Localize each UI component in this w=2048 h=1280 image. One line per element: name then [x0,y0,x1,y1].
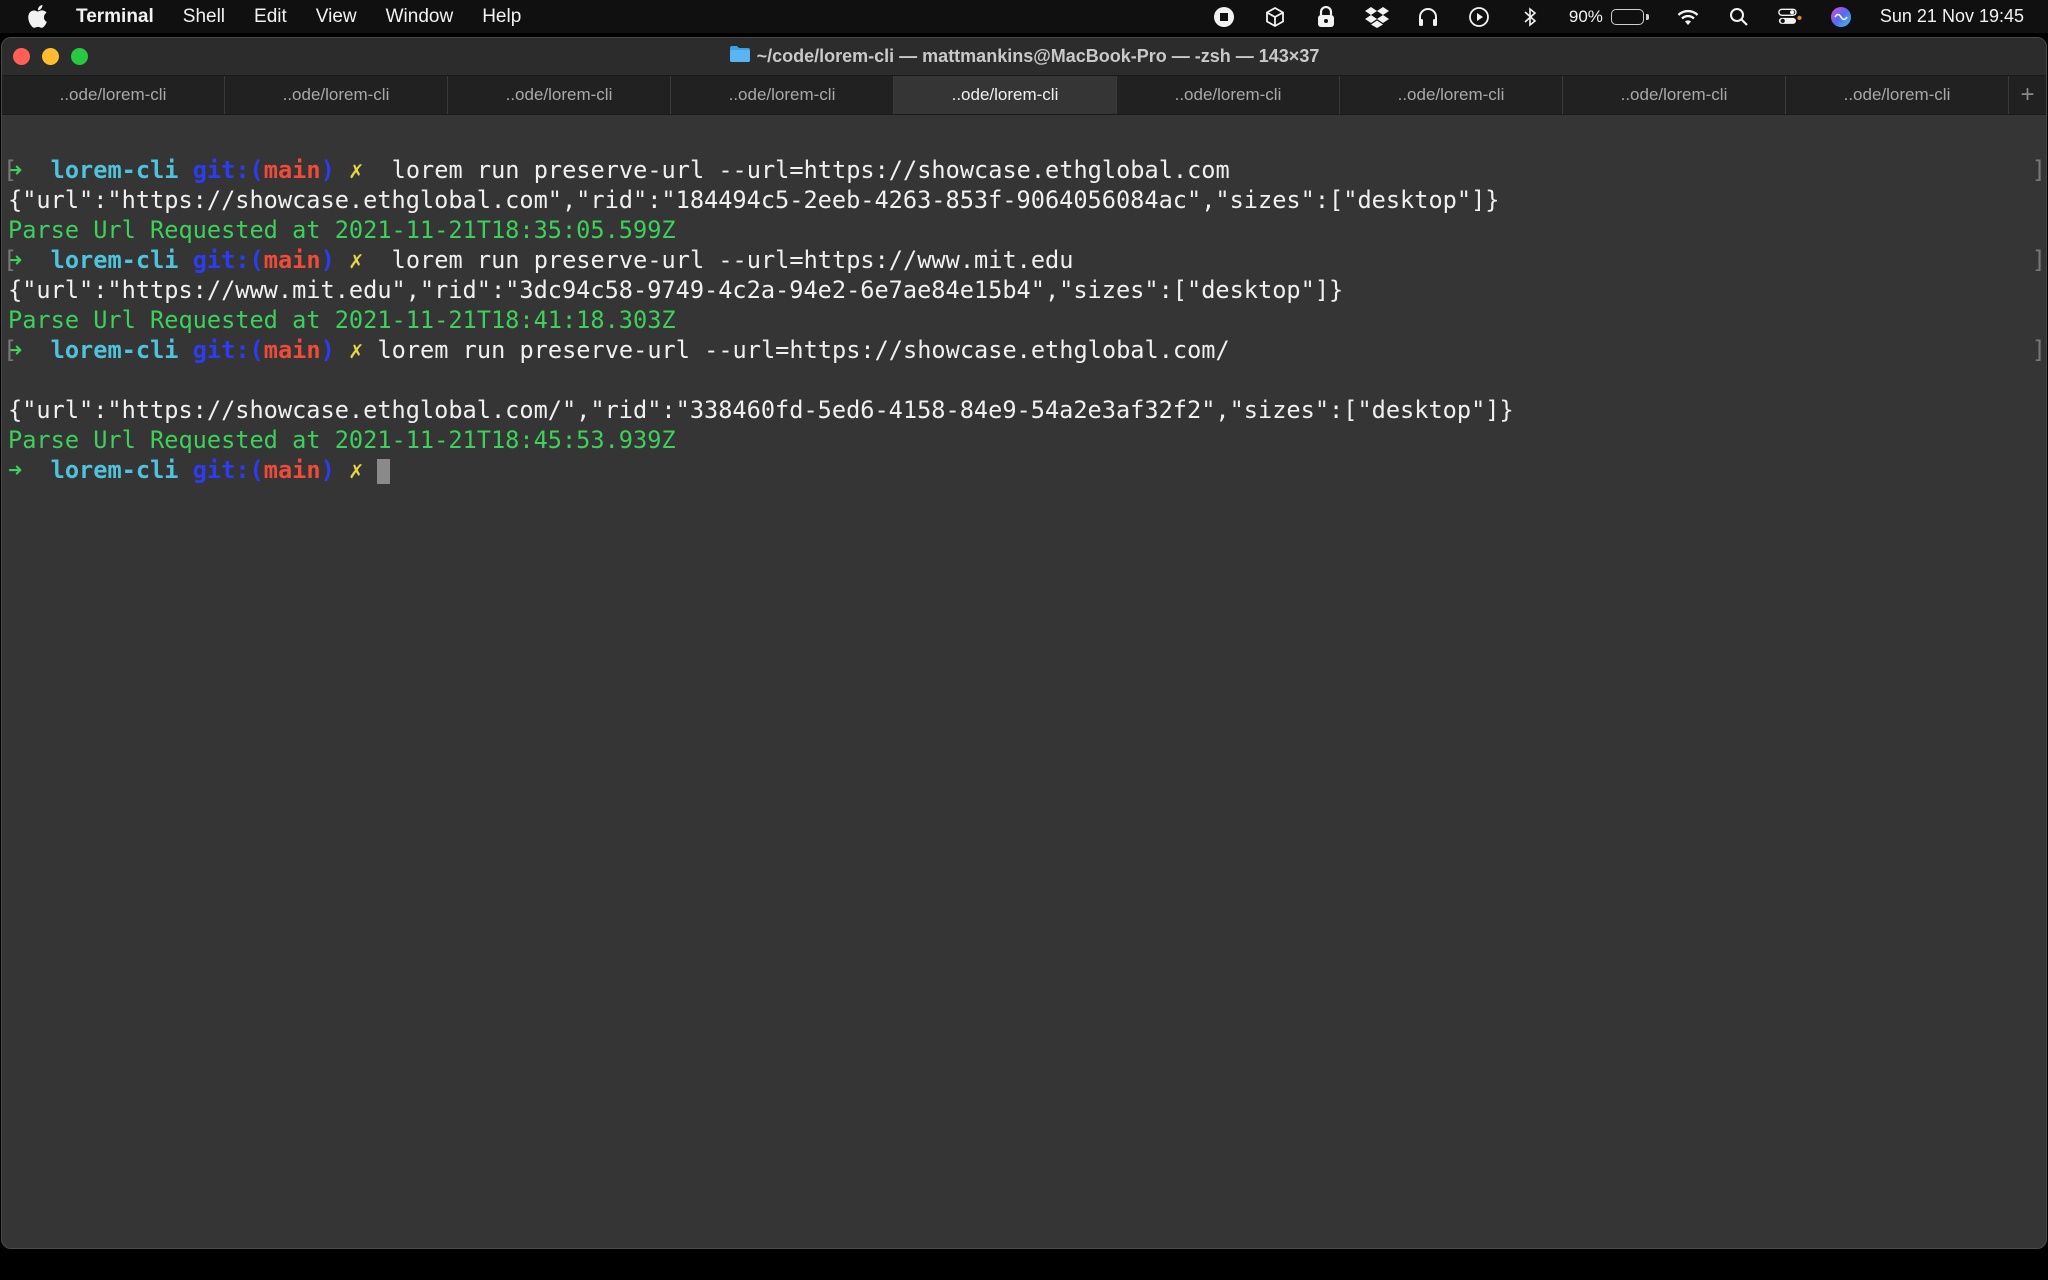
command-text: lorem run preserve-url --url=https://sho… [377,156,1230,184]
tab-5-active[interactable]: ..ode/lorem-cli [894,76,1117,114]
minimize-button[interactable] [42,48,59,65]
apple-icon[interactable] [24,4,50,30]
prompt-dirty: ✗ [349,336,364,364]
log-line: Parse Url Requested at 2021-11-21T18:45:… [8,426,676,454]
menu-window[interactable]: Window [386,6,454,28]
tab-1[interactable]: ..ode/lorem-cli [2,76,225,114]
menu-edit[interactable]: Edit [254,6,287,28]
record-icon[interactable] [1212,5,1236,29]
window-title: ~/code/lorem-cli — mattmankins@MacBook-P… [756,46,1320,66]
new-tab-button[interactable]: + [2009,76,2046,114]
prompt-line-1: [➜ lorem-cli git:(main) ✗ lorem run pres… [3,155,2046,185]
prompt-arrow: ➜ [8,456,23,484]
prompt-line-3: [➜ lorem-cli git:(main) ✗ lorem run pres… [3,335,2046,365]
mark-bracket-open: [ [3,336,18,364]
dropbox-icon[interactable] [1364,5,1389,29]
prompt-line-current[interactable]: ➜ lorem-cli git:(main) ✗ [8,455,2046,485]
log-line: Parse Url Requested at 2021-11-21T18:35:… [8,216,676,244]
mark-bracket-close: ] [2031,156,2046,184]
output-line: {"url":"https://showcase.ethglobal.com",… [8,186,1500,214]
mark-bracket-open: [ [3,156,18,184]
menu-view[interactable]: View [316,6,357,28]
prompt-git-open: git:( [192,156,264,184]
command-text: lorem run preserve-url --url=https://www… [377,246,1074,274]
menu-help[interactable]: Help [482,6,521,28]
tab-7[interactable]: ..ode/lorem-cli [1340,76,1563,114]
log-line: Parse Url Requested at 2021-11-21T18:41:… [8,306,676,334]
battery-percent: 90% [1568,6,1603,26]
bluetooth-icon[interactable] [1518,5,1542,29]
play-icon[interactable] [1467,5,1491,29]
prompt-git-open: git:( [192,246,264,274]
wifi-icon[interactable] [1676,5,1700,29]
zoom-button[interactable] [71,48,88,65]
command-text: lorem run preserve-url --url=https://sho… [377,336,1230,364]
menu-bar: Terminal Shell Edit View Window Help 90% [0,0,2048,33]
prompt-branch: main [263,246,321,274]
menu-app-terminal[interactable]: Terminal [76,6,154,28]
mark-bracket-open: [ [3,246,18,274]
box-icon[interactable] [1263,5,1287,29]
output-line: {"url":"https://showcase.ethglobal.com/"… [8,396,1514,424]
prompt-dir: lorem-cli [50,336,179,364]
mark-bracket-close: ] [2031,336,2046,364]
prompt-branch: main [263,456,321,484]
prompt-git-close: ) [320,456,335,484]
window-controls [13,48,100,65]
battery-icon [1610,8,1644,25]
output-line: {"url":"https://www.mit.edu","rid":"3dc9… [8,276,1344,304]
prompt-branch: main [263,336,321,364]
headphones-icon[interactable] [1416,5,1440,29]
prompt-git-close: ) [320,156,335,184]
prompt-dirty: ✗ [349,156,364,184]
search-icon[interactable] [1727,5,1751,29]
keychain-icon[interactable] [1314,5,1338,29]
prompt-git-open: git:( [192,336,264,364]
prompt-line-2: [➜ lorem-cli git:(main) ✗ lorem run pres… [3,245,2046,275]
tab-6[interactable]: ..ode/lorem-cli [1117,76,1340,114]
prompt-dir: lorem-cli [50,156,179,184]
terminal-content[interactable]: [➜ lorem-cli git:(main) ✗ lorem run pres… [2,116,2046,1246]
terminal-window: ~/code/lorem-cli — mattmankins@MacBook-P… [1,37,2047,1249]
text-cursor [377,459,391,484]
battery-indicator[interactable]: 90% [1569,7,1649,27]
control-center-icon[interactable] [1778,5,1802,29]
prompt-dirty: ✗ [349,246,364,274]
tab-3[interactable]: ..ode/lorem-cli [448,76,671,114]
prompt-branch: main [263,156,321,184]
tab-2[interactable]: ..ode/lorem-cli [225,76,448,114]
prompt-git-close: ) [320,246,335,274]
menubar-clock[interactable]: Sun 21 Nov 19:45 [1880,6,2024,27]
menu-shell[interactable]: Shell [183,6,225,28]
mark-bracket-close: ] [2031,246,2046,274]
tab-9[interactable]: ..ode/lorem-cli [1786,76,2009,114]
battery-nub [1645,13,1649,20]
siri-icon[interactable] [1829,5,1853,29]
prompt-dirty: ✗ [349,456,364,484]
prompt-git-close: ) [320,336,335,364]
tab-bar: ..ode/lorem-cli ..ode/lorem-cli ..ode/lo… [2,75,2046,115]
close-button[interactable] [13,48,30,65]
tab-8[interactable]: ..ode/lorem-cli [1563,76,1786,114]
prompt-git-open: git:( [192,456,264,484]
prompt-dir: lorem-cli [50,246,179,274]
prompt-dir: lorem-cli [50,456,179,484]
folder-icon [729,45,757,68]
title-bar[interactable]: ~/code/lorem-cli — mattmankins@MacBook-P… [2,38,2046,75]
tab-4[interactable]: ..ode/lorem-cli [671,76,894,114]
